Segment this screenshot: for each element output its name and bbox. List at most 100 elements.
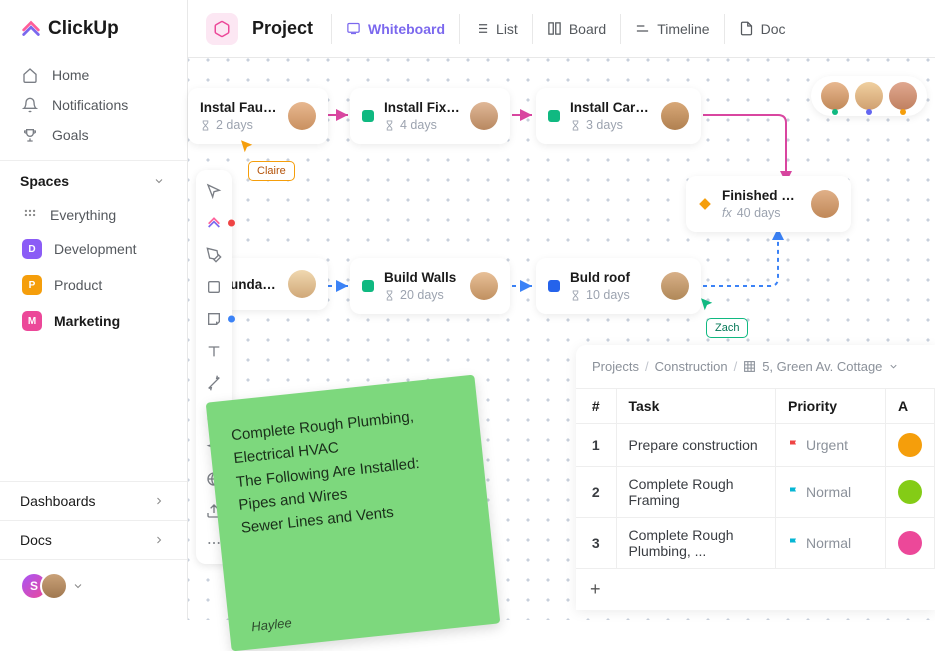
- cursor-label-zach: Zach: [706, 318, 748, 338]
- collaborator-avatar: [889, 82, 917, 110]
- card-finished[interactable]: Finished house fx40 days: [686, 176, 851, 232]
- status-dot: [548, 110, 560, 122]
- card-title: Install Carpetin...: [570, 100, 651, 115]
- collaborators[interactable]: [811, 76, 927, 116]
- hourglass-icon: [200, 120, 211, 131]
- sidebar-space-marketing[interactable]: M Marketing: [0, 303, 187, 339]
- sidebar-space-product[interactable]: P Product: [0, 267, 187, 303]
- user-menu[interactable]: S: [20, 572, 84, 600]
- bell-icon: [22, 97, 38, 113]
- table-row[interactable]: 1 Prepare construction Urgent: [576, 424, 935, 467]
- task-table: # Task Priority A 1 Prepare construction…: [576, 388, 935, 568]
- avatar: [288, 270, 316, 298]
- list-icon: [474, 21, 489, 36]
- table-row[interactable]: 2 Complete Rough Framing Normal: [576, 467, 935, 518]
- card-roof[interactable]: Buld roof 10 days: [536, 258, 701, 314]
- chevron-right-icon: [153, 534, 165, 546]
- flag-icon: [788, 439, 800, 451]
- hourglass-icon: [570, 120, 581, 131]
- whiteboard-canvas[interactable]: Instal Faucets 2 days Install Fixstu... …: [188, 58, 935, 620]
- card-faucets[interactable]: Instal Faucets 2 days: [188, 88, 328, 144]
- whiteboard-icon: [346, 21, 361, 36]
- add-row-button[interactable]: +: [576, 568, 935, 610]
- collaborator-avatar: [855, 82, 883, 110]
- nav-notifications[interactable]: Notifications: [0, 90, 187, 120]
- assignee-avatar: [898, 480, 922, 504]
- clickup-logo-icon: [20, 18, 42, 40]
- assignee-avatar: [898, 531, 922, 555]
- avatar: [811, 190, 839, 218]
- flag-icon: [788, 537, 800, 549]
- chevron-right-icon: [153, 495, 165, 507]
- tool-pen[interactable]: [199, 240, 229, 270]
- chevron-down-icon: [72, 580, 84, 592]
- tool-select[interactable]: [199, 176, 229, 206]
- spaces-header[interactable]: Spaces: [0, 160, 187, 199]
- timeline-icon: [635, 21, 650, 36]
- card-title: Build Walls: [384, 270, 460, 285]
- doc-icon: [739, 21, 754, 36]
- tool-text[interactable]: [199, 336, 229, 366]
- chevron-down-icon: [153, 175, 165, 187]
- space-badge: M: [22, 311, 42, 331]
- table-row[interactable]: 3 Complete Rough Plumbing, ... Normal: [576, 518, 935, 569]
- card-title: Install Fixstu...: [384, 100, 460, 115]
- card-foundation[interactable]: undati...: [218, 258, 328, 310]
- card-carpet[interactable]: Install Carpetin... 3 days: [536, 88, 701, 144]
- chevron-down-icon: [888, 361, 899, 372]
- assignee-avatar: [898, 433, 922, 457]
- sticky-signature: Haylee: [250, 613, 292, 637]
- everything-icon: [22, 207, 38, 223]
- breadcrumb[interactable]: Projects/ Construction/ 5, Green Av. Cot…: [576, 345, 935, 388]
- space-label: Development: [54, 241, 137, 257]
- card-fixtures[interactable]: Install Fixstu... 4 days: [350, 88, 510, 144]
- space-badge: D: [22, 239, 42, 259]
- topbar: Project Whiteboard List Board Timeline D…: [188, 0, 935, 58]
- status-dot: [362, 280, 374, 292]
- view-doc[interactable]: Doc: [724, 14, 800, 44]
- trophy-icon: [22, 127, 38, 143]
- avatar: [288, 102, 316, 130]
- logo[interactable]: ClickUp: [0, 0, 187, 60]
- view-whiteboard[interactable]: Whiteboard: [331, 14, 459, 44]
- tool-task[interactable]: [199, 208, 229, 238]
- status-dot: [362, 110, 374, 122]
- space-label: Marketing: [54, 313, 120, 329]
- cursor-zach: [698, 296, 716, 314]
- sticky-note[interactable]: Complete Rough Plumbing, Electrical HVAC…: [206, 375, 501, 651]
- view-board[interactable]: Board: [532, 14, 620, 44]
- card-title: Instal Faucets: [200, 100, 278, 115]
- col-priority[interactable]: Priority: [776, 389, 886, 424]
- nav-dashboards[interactable]: Dashboards: [0, 482, 187, 521]
- tool-sticky[interactable]: [199, 304, 229, 334]
- sidebar-space-development[interactable]: D Development: [0, 231, 187, 267]
- card-title: undati...: [230, 277, 278, 292]
- nav-home[interactable]: Home: [0, 60, 187, 90]
- view-list[interactable]: List: [459, 14, 532, 44]
- collaborator-avatar: [821, 82, 849, 110]
- cursor-claire: [238, 138, 256, 156]
- sidebar-everything[interactable]: Everything: [0, 199, 187, 231]
- card-walls[interactable]: Build Walls 20 days: [350, 258, 510, 314]
- nav-notifications-label: Notifications: [52, 97, 128, 113]
- hourglass-icon: [570, 290, 581, 301]
- nav-goals[interactable]: Goals: [0, 120, 187, 150]
- cursor-label-claire: Claire: [248, 161, 295, 181]
- avatar: [470, 102, 498, 130]
- avatar: [661, 102, 689, 130]
- nav-docs[interactable]: Docs: [0, 521, 187, 560]
- table-panel: Projects/ Construction/ 5, Green Av. Cot…: [576, 345, 935, 610]
- col-num[interactable]: #: [576, 389, 616, 424]
- col-task[interactable]: Task: [616, 389, 776, 424]
- tool-connector[interactable]: [199, 368, 229, 398]
- nav-home-label: Home: [52, 67, 89, 83]
- everything-label: Everything: [50, 207, 116, 223]
- status-dot: [548, 280, 560, 292]
- avatar: [470, 272, 498, 300]
- col-assignee[interactable]: A: [886, 389, 935, 424]
- view-timeline[interactable]: Timeline: [620, 14, 723, 44]
- tool-shape[interactable]: [199, 272, 229, 302]
- logo-text: ClickUp: [48, 18, 119, 40]
- avatar: [661, 272, 689, 300]
- card-title: Buld roof: [570, 270, 651, 285]
